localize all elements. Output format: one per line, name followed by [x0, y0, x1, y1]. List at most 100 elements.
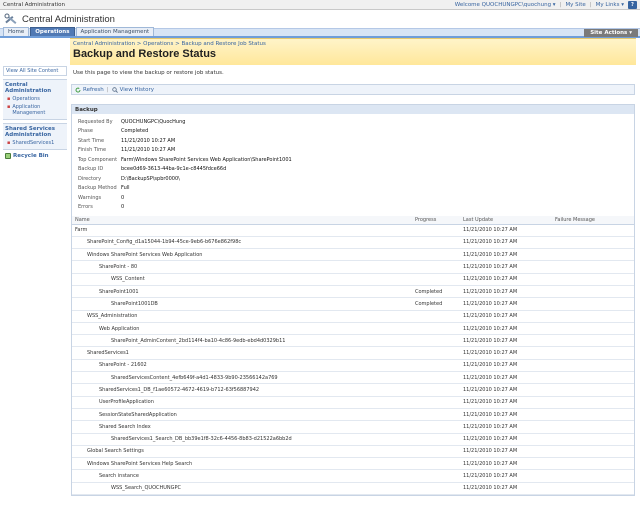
- toolbar-separator: |: [106, 86, 109, 93]
- property-row: Finish Time 11/21/2010 10:27 AM: [78, 146, 628, 156]
- my-site-link[interactable]: My Site: [565, 2, 585, 8]
- table-row: SharedServices1 11/21/2010 10:27 AM: [72, 346, 634, 360]
- progress-cell: [412, 445, 460, 459]
- help-icon[interactable]: ?: [628, 0, 637, 9]
- top-bar: Central Administration Welcome QUOCHUNGP…: [0, 0, 640, 10]
- progress-cell: [412, 260, 460, 274]
- table-row: WSS_Administration 11/21/2010 10:27 AM: [72, 310, 634, 323]
- bullet-icon: ▪: [7, 104, 11, 110]
- property-label: Backup ID: [78, 166, 104, 173]
- top-nav-tabs: Home Operations Application Management S…: [0, 27, 640, 38]
- property-value: bcee0d69-3613-44ba-9c1e-c8445fdce66d: [121, 166, 227, 173]
- component-name-cell: SharePoint1001: [72, 285, 412, 299]
- column-header-name: Name: [72, 216, 412, 225]
- table-row: SharePoint1001DB Completed 11/21/2010 10:2…: [72, 297, 634, 311]
- table-row: SharedServices1_DB_f1ae60572-4672-4619-b…: [72, 383, 634, 397]
- property-value: Completed: [121, 128, 149, 135]
- nav-item-label[interactable]: Operations: [12, 96, 40, 102]
- component-name-cell: SharePoint_AdminContent_2bd114f4-ba10-4c…: [72, 334, 412, 348]
- view-history-label[interactable]: View History: [120, 87, 154, 93]
- component-name-cell: SharePoint_Config_d1a15044-1b94-45ce-9eb…: [72, 236, 412, 250]
- table-row: SharePoint - 80 11/21/2010 10:27 AM: [72, 260, 634, 274]
- failure-message-cell: [552, 322, 634, 336]
- nav-heading[interactable]: Shared Services Administration: [5, 126, 65, 138]
- backup-section-heading: Backup: [72, 105, 634, 114]
- site-title[interactable]: Central Administration: [22, 14, 115, 25]
- recycle-bin-label[interactable]: Recycle Bin: [13, 153, 49, 159]
- top-bar-links: Welcome QUOCHUNGPC\quochung ▾ | My Site …: [455, 0, 637, 9]
- welcome-menu[interactable]: Welcome QUOCHUNGPC\quochung ▾: [455, 2, 556, 8]
- property-row: Phase Completed: [78, 127, 628, 137]
- component-name-cell: SharedServices1_Search_DB_bb39e1f8-32c6-…: [72, 433, 412, 446]
- failure-message-cell: [552, 273, 634, 286]
- left-navigation: View All Site Content Central Administra…: [0, 38, 67, 519]
- failure-message-cell: [552, 248, 634, 262]
- table-row: SessionStateSharedApplication 11/21/2010 …: [72, 408, 634, 422]
- property-value: Farm\Windows SharePoint Services Web App…: [121, 156, 292, 163]
- nav-item-label[interactable]: Application Management: [12, 104, 65, 116]
- top-bar-site-label[interactable]: Central Administration: [3, 2, 65, 8]
- components-table: Name Progress Last Update Failure Messag…: [72, 216, 634, 496]
- last-update-cell: 11/21/2010 10:27 AM: [460, 359, 552, 373]
- component-name-cell: Windows SharePoint Services Web Applicat…: [72, 248, 412, 262]
- divider: |: [589, 1, 592, 8]
- nav-item-operations[interactable]: ▪ Operations: [5, 96, 65, 102]
- failure-message-cell: [552, 236, 634, 250]
- progress-cell: [412, 383, 460, 397]
- nav-item-label[interactable]: SharedServices1: [12, 140, 54, 146]
- divider: |: [559, 1, 562, 8]
- component-name-cell: SessionStateSharedApplication: [72, 408, 412, 422]
- tab-application-management[interactable]: Application Management: [75, 27, 155, 36]
- column-header-last-update: Last Update: [460, 216, 552, 225]
- nav-item-sharedservices1[interactable]: ▪ SharedServices1: [5, 140, 65, 146]
- last-update-cell: 11/21/2010 10:27 AM: [460, 408, 552, 422]
- failure-message-cell: [552, 334, 634, 348]
- property-label: Directory: [78, 175, 102, 182]
- table-row: Farm 11/21/2010 10:27 AM: [72, 224, 634, 237]
- failure-message-cell: [552, 224, 634, 237]
- page-title: Backup and Restore Status: [73, 48, 217, 60]
- nav-heading[interactable]: Central Administration: [5, 82, 65, 94]
- refresh-label[interactable]: Refresh: [83, 87, 104, 93]
- failure-message-cell: [552, 420, 634, 434]
- central-admin-logo-icon: [4, 13, 18, 26]
- last-update-cell: 11/21/2010 10:27 AM: [460, 482, 552, 496]
- component-name-cell: SharedServicesContent_4efb649f-a4d1-4833…: [72, 371, 412, 385]
- progress-cell: [412, 346, 460, 360]
- tab-operations[interactable]: Operations: [30, 27, 75, 36]
- property-value: D:\BackupSP\spbr0000\: [121, 175, 180, 182]
- view-history-button[interactable]: View History: [111, 87, 154, 93]
- property-value: Full: [121, 185, 130, 192]
- progress-cell: [412, 457, 460, 471]
- nav-group-shared-services: Shared Services Administration ▪ SharedSe…: [3, 123, 67, 150]
- failure-message-cell: [552, 482, 634, 496]
- components-table-body: Farm 11/21/2010 10:27 AM SharePoint_Config…: [72, 224, 634, 496]
- table-row: SharePoint - 21602 11/21/2010 10:27 AM: [72, 359, 634, 373]
- failure-message-cell: [552, 371, 634, 385]
- last-update-cell: 11/21/2010 10:27 AM: [460, 273, 552, 286]
- last-update-cell: 11/21/2010 10:27 AM: [460, 248, 552, 262]
- last-update-cell: 11/21/2010 10:27 AM: [460, 433, 552, 446]
- table-row: Windows SharePoint Services Web Applicat…: [72, 248, 634, 262]
- breadcrumb[interactable]: Central Administration > Operations > Ba…: [73, 41, 633, 47]
- table-row: Shared Search Index 11/21/2010 10:27 AM: [72, 420, 634, 434]
- progress-cell: [412, 334, 460, 348]
- progress-cell: [412, 433, 460, 446]
- refresh-button[interactable]: Refresh: [75, 87, 104, 93]
- property-value: 11/21/2010 10:27 AM: [121, 137, 176, 144]
- recycle-bin-link[interactable]: Recycle Bin: [3, 153, 67, 159]
- property-label: Requested By: [78, 118, 113, 125]
- component-name-cell: SharePoint - 80: [72, 260, 412, 274]
- my-links-menu[interactable]: My Links ▾: [596, 2, 624, 8]
- property-row: Requested By QUOCHUNGPC\QuocHung: [78, 117, 628, 127]
- property-label: Top Component: [78, 156, 118, 163]
- content-area: Central Administration > Operations > Ba…: [67, 38, 640, 519]
- column-header-failure-message: Failure Message: [552, 216, 634, 225]
- view-all-site-content-link[interactable]: View All Site Content: [3, 66, 67, 76]
- tab-home[interactable]: Home: [3, 27, 30, 36]
- nav-item-application-management[interactable]: ▪ Application Management: [5, 104, 65, 116]
- failure-message-cell: [552, 297, 634, 311]
- site-actions-menu[interactable]: Site Actions ▾: [584, 29, 638, 37]
- progress-cell: [412, 420, 460, 434]
- progress-cell: [412, 310, 460, 323]
